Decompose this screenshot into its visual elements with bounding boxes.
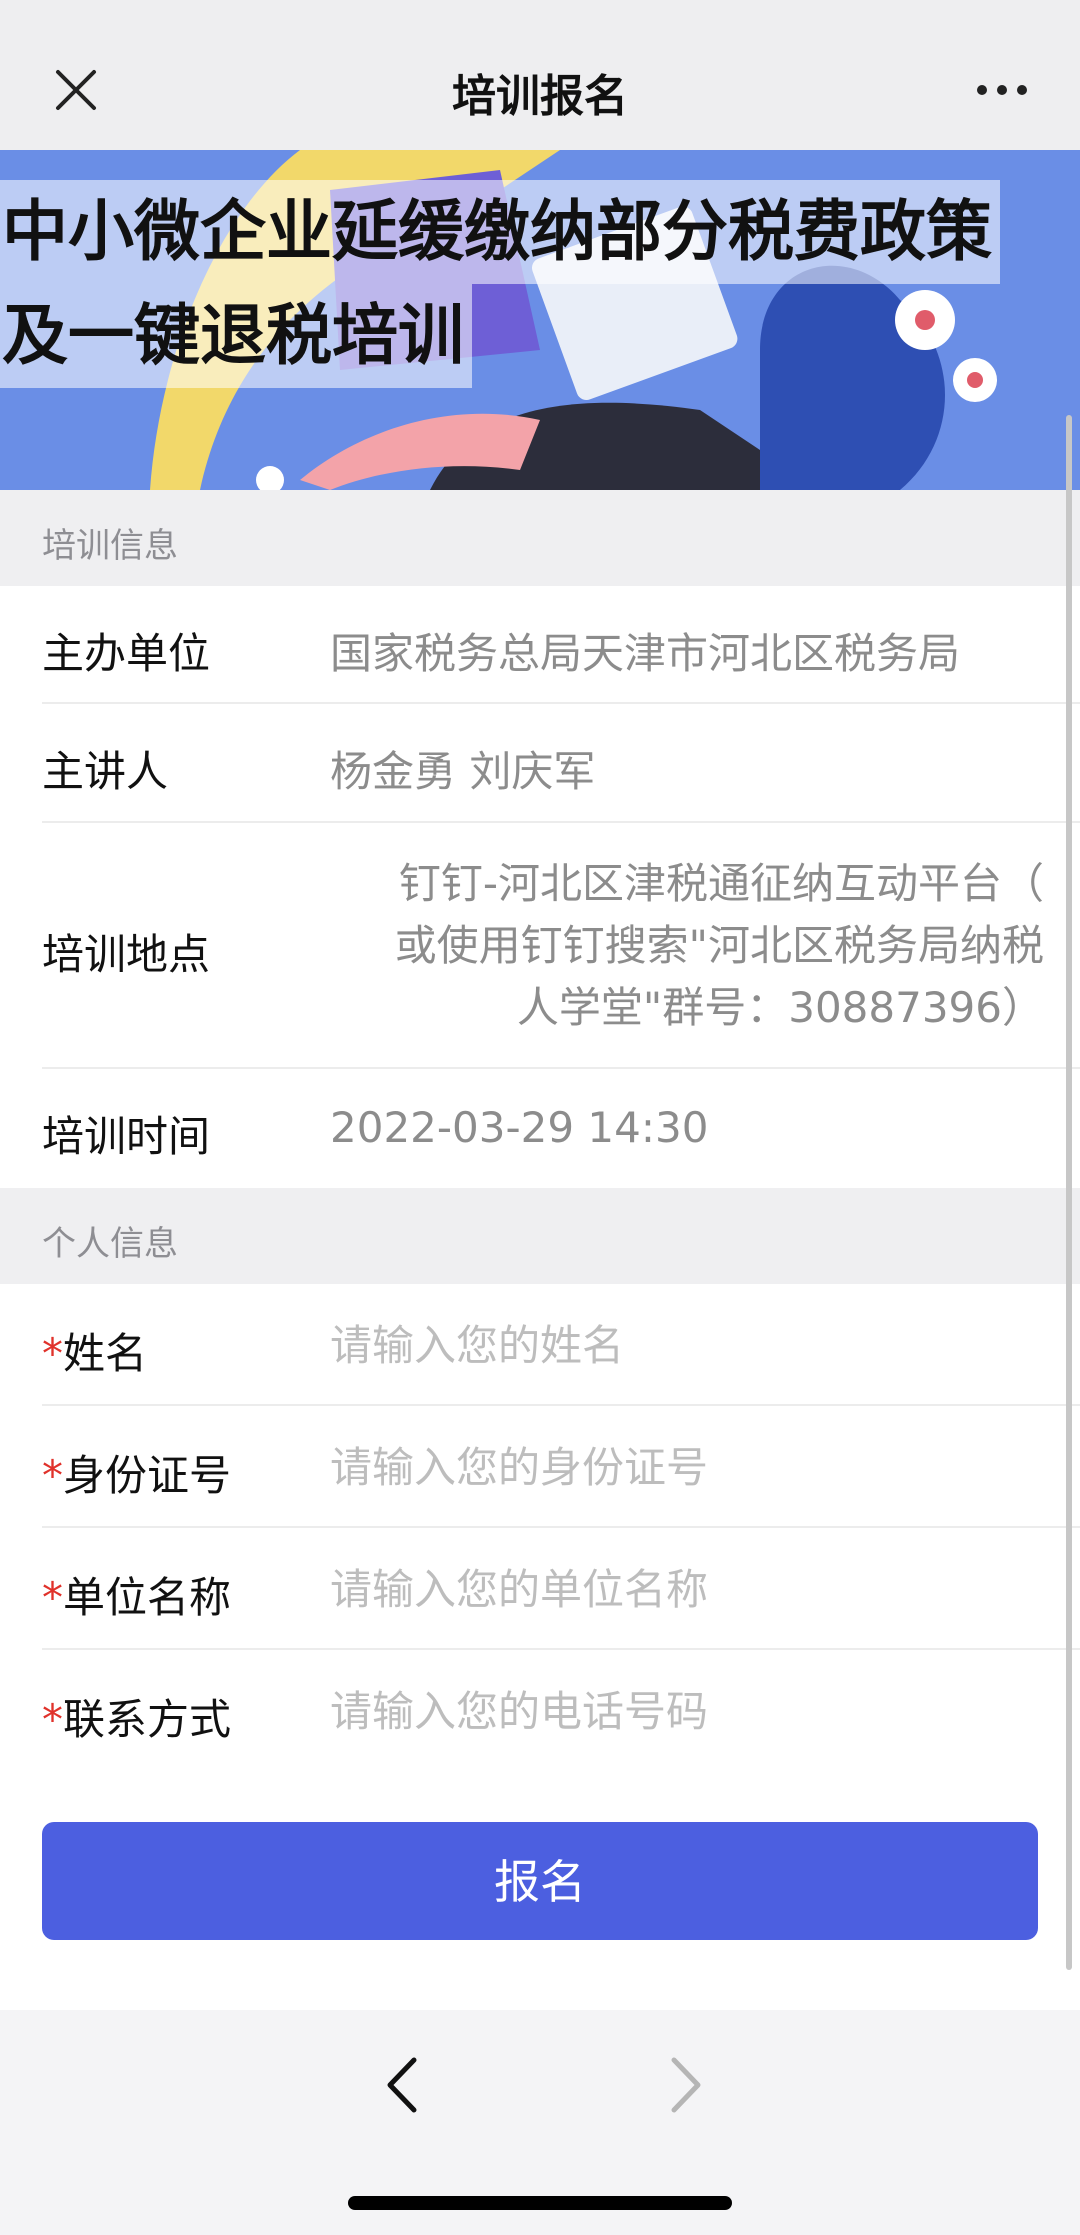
required-mark: * <box>42 1695 63 1744</box>
chevron-left-icon[interactable] <box>378 2050 428 2120</box>
banner-title-line: 中小微企业延缓缴纳部分税费政策 <box>0 180 1000 284</box>
required-mark: * <box>42 1573 63 1622</box>
id-number-input[interactable] <box>330 1432 1030 1502</box>
form-row-name: *姓名 <box>0 1284 1080 1406</box>
name-input[interactable] <box>330 1310 1030 1380</box>
section-header-personal-info: 个人信息 <box>0 1188 1080 1284</box>
submit-button[interactable]: 报名 <box>42 1822 1038 1940</box>
info-row-speaker: 主讲人 杨金勇 刘庆军 <box>0 704 1080 823</box>
field-label-text: 联系方式 <box>63 1695 232 1744</box>
location-line: 人学堂"群号：30887396） <box>516 983 1044 1032</box>
top-navigation-bar: 培训报名 <box>0 0 1080 150</box>
form-row-id-number: *身份证号 <box>0 1406 1080 1528</box>
row-value-multiline: 钉钉-河北区津税通征纳互动平台（ 或使用钉钉搜索"河北区税务局纳税 人学堂"群号… <box>330 853 1044 1039</box>
field-label-text: 身份证号 <box>63 1451 232 1500</box>
info-row-location: 培训地点 钉钉-河北区津税通征纳互动平台（ 或使用钉钉搜索"河北区税务局纳税 人… <box>0 823 1080 1069</box>
form-row-company: *单位名称 <box>0 1528 1080 1650</box>
required-mark: * <box>42 1329 63 1378</box>
info-row-organizer: 主办单位 国家税务总局天津市河北区税务局 <box>0 586 1080 704</box>
location-line: 或使用钉钉搜索"河北区税务局纳税 <box>394 921 1044 970</box>
field-label-text: 单位名称 <box>63 1573 232 1622</box>
row-value: 2022-03-29 14:30 <box>330 1103 709 1152</box>
field-label-text: 姓名 <box>63 1329 148 1378</box>
home-indicator[interactable] <box>348 2196 732 2210</box>
field-label: *联系方式 <box>42 1686 231 1747</box>
row-label: 培训地点 <box>42 930 211 979</box>
location-line: 钉钉-河北区津税通征纳互动平台（ <box>398 859 1044 908</box>
row-label: 主办单位 <box>42 629 211 678</box>
banner-title: 中小微企业延缓缴纳部分税费政策 及一键退税培训 <box>0 180 1000 388</box>
phone-input[interactable] <box>330 1676 1030 1746</box>
row-label: 培训时间 <box>42 1112 211 1161</box>
form-row-phone: *联系方式 <box>0 1650 1080 1772</box>
field-label: *姓名 <box>42 1320 147 1381</box>
required-mark: * <box>42 1451 63 1500</box>
more-horizontal-icon[interactable] <box>972 70 1032 110</box>
section-title: 个人信息 <box>42 1224 178 1264</box>
section-header-training-info: 培训信息 <box>0 490 1080 586</box>
row-value: 国家税务总局天津市河北区税务局 <box>330 629 961 678</box>
company-name-input[interactable] <box>330 1554 1030 1624</box>
banner-title-line: 及一键退税培训 <box>0 284 472 388</box>
info-row-time: 培训时间 2022-03-29 14:30 <box>0 1069 1080 1188</box>
section-title: 培训信息 <box>42 526 178 566</box>
banner-image: 中小微企业延缓缴纳部分税费政策 及一键退税培训 <box>0 150 1080 490</box>
row-value: 杨金勇 刘庆军 <box>330 747 596 796</box>
bottom-navigation-bar <box>0 2010 1080 2235</box>
row-label: 主讲人 <box>42 747 169 796</box>
page-title: 培训报名 <box>452 71 628 122</box>
chevron-right-icon[interactable] <box>660 2050 710 2120</box>
field-label: *身份证号 <box>42 1442 231 1503</box>
field-label: *单位名称 <box>42 1564 231 1625</box>
scrollbar[interactable] <box>1066 415 1072 1970</box>
